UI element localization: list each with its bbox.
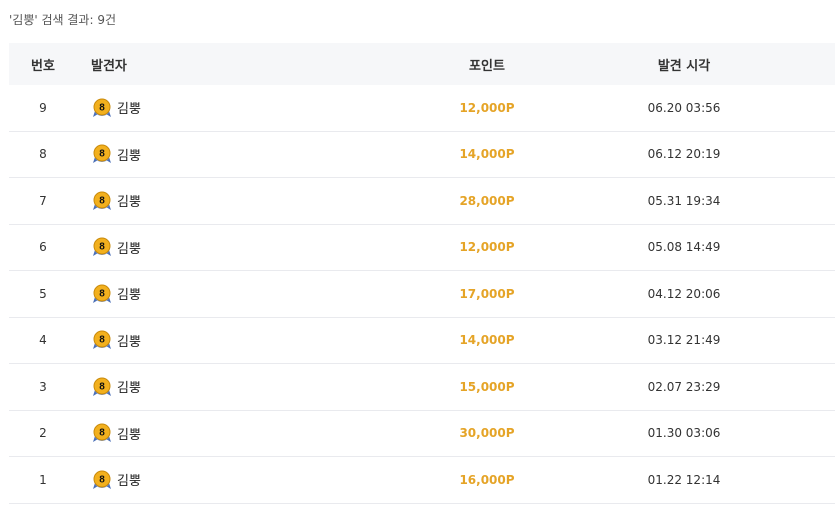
points-cell: 16,000P bbox=[377, 473, 597, 487]
finder-name[interactable]: 김뿡 bbox=[117, 331, 141, 350]
column-header-points: 포인트 bbox=[469, 58, 505, 74]
points-cell: 15,000P bbox=[377, 380, 597, 394]
medal-level-label: 8 bbox=[99, 195, 105, 206]
discovery-time: 01.22 12:14 bbox=[647, 472, 721, 487]
points-value: 12,000P bbox=[459, 240, 515, 255]
medal-level-label: 8 bbox=[99, 288, 105, 299]
finder-name[interactable]: 김뿡 bbox=[117, 238, 141, 257]
finder-cell[interactable]: 8 김뿡 bbox=[77, 469, 377, 491]
discovery-time: 06.20 03:56 bbox=[647, 100, 721, 115]
row-number: 4 bbox=[39, 333, 47, 348]
level-8-medal-icon: 8 bbox=[93, 144, 111, 164]
medal-level-label: 8 bbox=[99, 474, 105, 485]
column-header-finder: 발견자 bbox=[91, 58, 127, 74]
level-8-medal-icon: 8 bbox=[93, 191, 111, 210]
discovery-time: 05.31 19:34 bbox=[647, 193, 721, 208]
table-row: 3 8 김뿡 15,000P 02.07 23:29 bbox=[9, 364, 835, 411]
row-number: 6 bbox=[39, 240, 47, 255]
medal-level-label: 8 bbox=[99, 428, 105, 439]
column-header-time: 발견 시각 bbox=[657, 58, 711, 74]
discovery-time: 01.30 03:06 bbox=[647, 426, 721, 441]
points-value: 15,000P bbox=[459, 379, 515, 394]
row-number: 7 bbox=[39, 193, 47, 208]
column-header-no: 번호 bbox=[31, 58, 55, 74]
table-row: 6 8 김뿡 12,000P 05.08 14:49 bbox=[9, 225, 835, 271]
table-row: 8 8 김뿡 14,000P 06.12 20:19 bbox=[9, 132, 835, 178]
row-number: 9 bbox=[39, 100, 47, 115]
row-number: 1 bbox=[39, 472, 47, 487]
medal-level-label: 8 bbox=[99, 242, 105, 253]
points-value: 14,000P bbox=[459, 147, 515, 162]
finder-cell[interactable]: 8 김뿡 bbox=[77, 283, 377, 305]
points-cell: 17,000P bbox=[377, 287, 597, 301]
finder-cell[interactable]: 8 김뿡 bbox=[77, 97, 377, 119]
finder-name[interactable]: 김뿡 bbox=[117, 191, 141, 210]
discovery-time: 04.12 20:06 bbox=[647, 286, 721, 301]
row-number: 2 bbox=[39, 426, 47, 441]
level-8-medal-icon: 8 bbox=[93, 423, 111, 443]
finder-cell[interactable]: 8 김뿡 bbox=[77, 190, 377, 212]
discovery-table: 번호 발견자 포인트 발견 시각 9 8 김뿡 12,000P 06.20 03… bbox=[9, 43, 835, 504]
finder-name[interactable]: 김뿡 bbox=[117, 145, 141, 164]
points-value: 16,000P bbox=[459, 472, 515, 487]
level-8-medal-icon: 8 bbox=[93, 377, 111, 396]
row-number: 8 bbox=[39, 147, 47, 162]
level-8-medal-icon: 8 bbox=[93, 237, 111, 257]
medal-level-label: 8 bbox=[99, 149, 105, 160]
points-cell: 28,000P bbox=[377, 194, 597, 208]
table-row: 4 8 김뿡 14,000P 03.12 21:49 bbox=[9, 318, 835, 364]
discovery-time: 02.07 23:29 bbox=[647, 379, 721, 394]
points-cell: 12,000P bbox=[377, 101, 597, 115]
points-cell: 14,000P bbox=[377, 147, 597, 161]
table-row: 7 8 김뿡 28,000P 05.31 19:34 bbox=[9, 178, 835, 225]
table-row: 5 8 김뿡 17,000P 04.12 20:06 bbox=[9, 271, 835, 318]
finder-cell[interactable]: 8 김뿡 bbox=[77, 143, 377, 165]
discovery-time: 06.12 20:19 bbox=[647, 147, 721, 162]
table-header: 번호 발견자 포인트 발견 시각 bbox=[9, 43, 835, 85]
medal-level-label: 8 bbox=[99, 102, 105, 113]
finder-cell[interactable]: 8 김뿡 bbox=[77, 329, 377, 351]
level-8-medal-icon: 8 bbox=[93, 284, 111, 303]
discovery-time: 03.12 21:49 bbox=[647, 333, 721, 348]
level-8-medal-icon: 8 bbox=[93, 330, 111, 350]
finder-cell[interactable]: 8 김뿡 bbox=[77, 376, 377, 398]
row-number: 3 bbox=[39, 379, 47, 394]
points-value: 14,000P bbox=[459, 333, 515, 348]
points-cell: 12,000P bbox=[377, 240, 597, 254]
finder-name[interactable]: 김뿡 bbox=[117, 470, 141, 489]
finder-name[interactable]: 김뿡 bbox=[117, 98, 141, 117]
search-result-summary: '김뿡' 검색 결과: 9건 bbox=[9, 13, 116, 27]
medal-level-label: 8 bbox=[99, 381, 105, 392]
points-cell: 30,000P bbox=[377, 426, 597, 440]
row-number: 5 bbox=[39, 286, 47, 301]
finder-cell[interactable]: 8 김뿡 bbox=[77, 422, 377, 444]
points-value: 17,000P bbox=[459, 286, 515, 301]
table-row: 1 8 김뿡 16,000P 01.22 12:14 bbox=[9, 457, 835, 504]
finder-name[interactable]: 김뿡 bbox=[117, 377, 141, 396]
finder-cell[interactable]: 8 김뿡 bbox=[77, 236, 377, 258]
level-8-medal-icon: 8 bbox=[93, 98, 111, 117]
points-value: 30,000P bbox=[459, 426, 515, 441]
finder-name[interactable]: 김뿡 bbox=[117, 424, 141, 443]
points-cell: 14,000P bbox=[377, 333, 597, 347]
table-row: 9 8 김뿡 12,000P 06.20 03:56 bbox=[9, 85, 835, 132]
finder-name[interactable]: 김뿡 bbox=[117, 284, 141, 303]
points-value: 28,000P bbox=[459, 193, 515, 208]
points-value: 12,000P bbox=[459, 100, 515, 115]
medal-level-label: 8 bbox=[99, 335, 105, 346]
level-8-medal-icon: 8 bbox=[93, 470, 111, 489]
table-row: 2 8 김뿡 30,000P 01.30 03:06 bbox=[9, 411, 835, 457]
table-body: 9 8 김뿡 12,000P 06.20 03:56 8 8 김뿡 14,000… bbox=[9, 85, 835, 504]
discovery-time: 05.08 14:49 bbox=[647, 240, 721, 255]
